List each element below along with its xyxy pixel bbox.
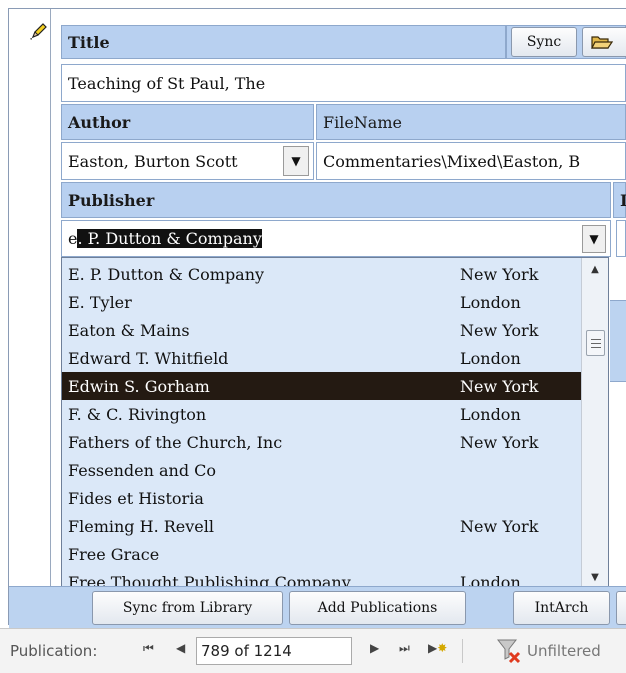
list-item[interactable]: F. & C. Rivington London xyxy=(62,400,581,428)
filter-clear-icon[interactable] xyxy=(496,638,522,664)
publisher-dropdown-list: E. P. Dutton & Company New York E. Tyler L… xyxy=(61,257,609,593)
author-combo[interactable]: Easton, Burton Scott xyxy=(61,142,314,180)
publisher-combo[interactable]: e. P. Dutton & Company xyxy=(61,220,611,257)
list-item-selected[interactable]: Edwin S. Gorham New York xyxy=(62,372,581,400)
chevron-down-icon: ▼ xyxy=(291,154,301,168)
author-label: Author xyxy=(61,104,314,140)
cut-field[interactable] xyxy=(616,220,626,257)
record-label: Publication: xyxy=(10,642,98,660)
list-item[interactable]: Fathers of the Church, Inc New York xyxy=(62,428,581,456)
filename-field[interactable]: Commentaries\Mixed\Easton, B xyxy=(316,142,626,180)
first-record-icon[interactable]: ⏮ xyxy=(143,641,154,656)
record-number-field[interactable]: 789 of 1214 xyxy=(196,637,352,665)
next-record-icon[interactable]: ▶ xyxy=(370,641,379,655)
scroll-thumb[interactable] xyxy=(586,330,605,356)
last-record-icon[interactable]: ⏭ xyxy=(399,641,410,656)
list-scrollbar[interactable]: ▲ ▼ xyxy=(581,258,608,592)
list-item[interactable]: Edward T. Whitfield London xyxy=(62,344,581,372)
title-label: Title xyxy=(61,25,506,59)
filename-label: FileName xyxy=(316,104,626,140)
cut-button[interactable] xyxy=(616,591,626,625)
new-record-icon[interactable]: ▶✸ xyxy=(428,641,447,655)
list-item[interactable]: Free Grace xyxy=(62,540,581,568)
intarch-button[interactable]: IntArch xyxy=(513,591,610,625)
pencil-icon xyxy=(30,23,47,40)
previous-record-icon[interactable]: ◀ xyxy=(176,641,185,655)
filter-status[interactable]: Unfiltered xyxy=(527,642,601,660)
list-item[interactable]: Fessenden and Co xyxy=(62,456,581,484)
record-selector[interactable] xyxy=(9,9,51,586)
list-item[interactable]: E. P. Dutton & Company New York xyxy=(62,260,581,288)
chevron-down-icon: ▼ xyxy=(589,232,599,246)
sync-button[interactable]: Sync xyxy=(511,27,577,57)
divider xyxy=(462,639,463,663)
add-publications-button[interactable]: Add Publications xyxy=(289,591,466,625)
scroll-down-icon[interactable]: ▼ xyxy=(588,572,602,586)
list-item[interactable]: Fleming H. Revell New York xyxy=(62,512,581,540)
sync-from-library-button[interactable]: Sync from Library xyxy=(92,591,283,625)
list-item[interactable]: E. Tyler London xyxy=(62,288,581,316)
publisher-typed: e xyxy=(68,229,78,248)
publisher-label: Publisher xyxy=(61,182,611,218)
scroll-up-icon[interactable]: ▲ xyxy=(588,264,602,278)
title-field[interactable]: Teaching of St Paul, The xyxy=(61,64,626,102)
list-item[interactable]: Eaton & Mains New York xyxy=(62,316,581,344)
cut-label: I xyxy=(613,182,626,218)
open-folder-icon xyxy=(591,36,613,49)
open-folder-button[interactable] xyxy=(582,27,626,57)
list-item[interactable]: Fides et Historia xyxy=(62,484,581,512)
author-value: Easton, Burton Scott xyxy=(68,151,238,171)
navigation-bar: Publication: ⏮ ◀ 789 of 1214 ▶ ⏭ ▶✸ Unfi… xyxy=(0,628,626,673)
publisher-autocomplete: . P. Dutton & Company xyxy=(77,229,262,248)
publisher-dropdown-button[interactable]: ▼ xyxy=(582,225,606,253)
author-dropdown-button[interactable]: ▼ xyxy=(283,146,309,176)
record-number: 789 of 1214 xyxy=(201,642,292,660)
right-panel xyxy=(610,300,626,382)
